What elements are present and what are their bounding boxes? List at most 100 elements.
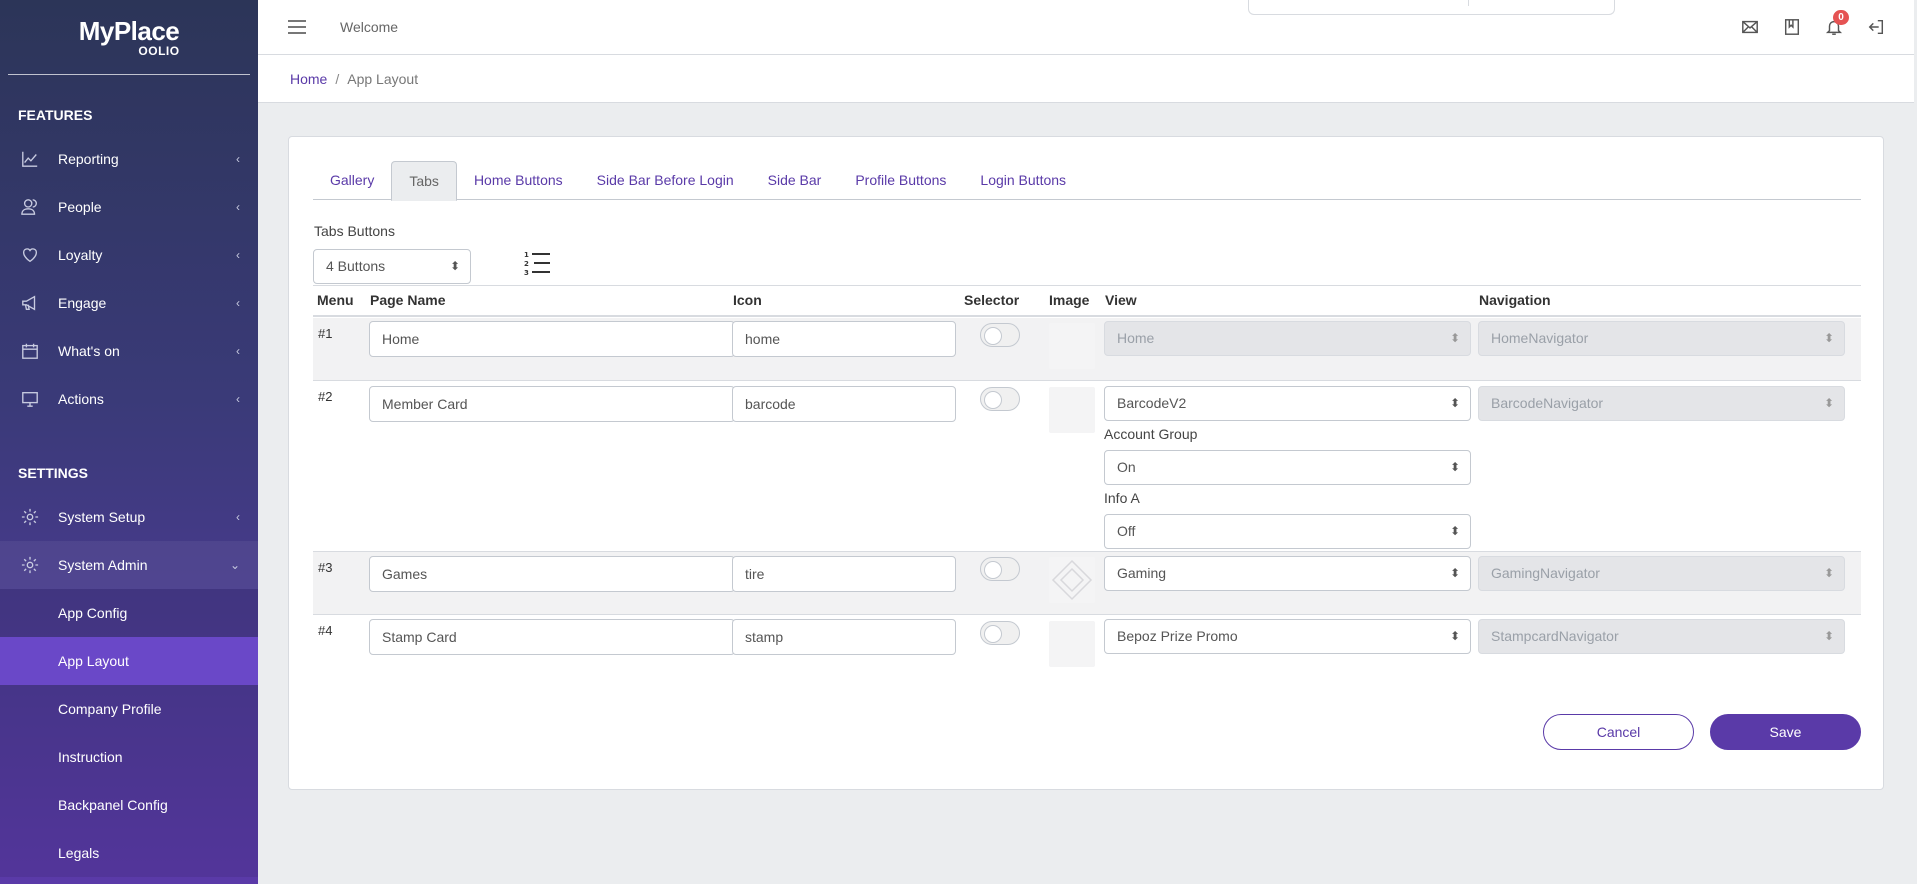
view-select[interactable]: BarcodeV2 xyxy=(1104,386,1471,421)
row-number: #2 xyxy=(318,389,333,404)
page-name-input[interactable]: Stamp Card xyxy=(369,619,735,655)
row-number: #1 xyxy=(318,326,333,341)
brand-logo[interactable]: MyPlace OOLIO xyxy=(8,0,250,75)
svg-text:2: 2 xyxy=(524,260,529,268)
account-group-label: Account Group xyxy=(1104,426,1198,442)
tab-tabs[interactable]: Tabs xyxy=(391,161,457,201)
bell-icon[interactable]: 0 xyxy=(1823,10,1849,38)
tab-side-bar[interactable]: Side Bar xyxy=(751,161,839,200)
page-name-input[interactable]: Games xyxy=(369,556,735,592)
gear-icon xyxy=(20,507,40,527)
logout-icon[interactable] xyxy=(1865,16,1887,38)
account-group-select[interactable]: On xyxy=(1104,450,1471,485)
ordered-list-icon[interactable]: 123 xyxy=(524,250,552,278)
sidebar-item-actions[interactable]: Actions ‹ xyxy=(0,375,258,423)
welcome-text: Welcome xyxy=(340,19,399,35)
features-section-title: FEATURES xyxy=(18,107,93,123)
navigation-select[interactable]: BarcodeNavigator xyxy=(1478,386,1845,421)
header-icons: 0 xyxy=(1739,10,1887,38)
save-button[interactable]: Save xyxy=(1710,714,1861,750)
image-thumbnail[interactable] xyxy=(1049,621,1095,667)
sidebar-subitem-instruction[interactable]: Instruction xyxy=(0,733,258,781)
image-thumbnail[interactable] xyxy=(1049,323,1095,369)
people-icon xyxy=(20,197,40,217)
sidebar-item-engage[interactable]: Engage ‹ xyxy=(0,279,258,327)
navigation-select[interactable]: HomeNavigator xyxy=(1478,321,1845,356)
view-select[interactable]: Bepoz Prize Promo xyxy=(1104,619,1471,654)
icon-input[interactable]: barcode xyxy=(732,386,956,422)
sidebar-item-system-setup[interactable]: System Setup ‹ xyxy=(0,493,258,541)
table-row: #2 Member Card barcode BarcodeV2 Barcode… xyxy=(313,381,1861,552)
selector-toggle[interactable] xyxy=(980,557,1020,581)
icon-input[interactable]: home xyxy=(732,321,956,357)
info-a-select[interactable]: Off xyxy=(1104,514,1471,549)
svg-text:3: 3 xyxy=(524,269,529,277)
icon-input[interactable]: tire xyxy=(732,556,956,592)
table-header-row: Menu Page Name Icon Selector Image View … xyxy=(313,285,1861,317)
sidebar-item-label: Reporting xyxy=(58,151,119,167)
column-header-icon: Icon xyxy=(733,292,762,308)
selector-toggle[interactable] xyxy=(980,621,1020,645)
tab-gallery[interactable]: Gallery xyxy=(313,161,391,200)
brand-sub: OOLIO xyxy=(138,44,180,58)
table-row: #4 Stamp Card stamp Bepoz Prize Promo St… xyxy=(313,615,1861,679)
settings-section-title: SETTINGS xyxy=(18,465,89,481)
view-select[interactable]: Home xyxy=(1104,321,1471,356)
sidebar-subitem-app-config[interactable]: App Config xyxy=(0,589,258,637)
chevron-left-icon: ‹ xyxy=(236,248,240,262)
breadcrumb-home-link[interactable]: Home xyxy=(290,71,327,87)
page-name-input[interactable]: Member Card xyxy=(369,386,735,422)
column-header-selector: Selector xyxy=(964,292,1020,308)
sidebar-item-label: What's on xyxy=(58,343,120,359)
navigation-select[interactable]: StampcardNavigator xyxy=(1478,619,1845,654)
sidebar-item-whats-on[interactable]: What's on ‹ xyxy=(0,327,258,375)
sidebar-subitem-legals[interactable]: Legals xyxy=(0,829,258,877)
heart-icon xyxy=(20,245,40,265)
sidebar-item-system-admin[interactable]: System Admin ⌄ xyxy=(0,541,258,589)
chart-line-icon xyxy=(20,149,40,169)
image-thumbnail[interactable] xyxy=(1049,557,1095,603)
sidebar-item-reporting[interactable]: Reporting ‹ xyxy=(0,135,258,183)
sidebar-item-label: Loyalty xyxy=(58,247,103,263)
app-layout-card: Gallery Tabs Home Buttons Side Bar Befor… xyxy=(288,136,1884,790)
chevron-down-icon: ⌄ xyxy=(229,558,240,572)
tabs-buttons-count-select[interactable]: 4 Buttons xyxy=(313,249,471,284)
sidebar-subitem-company-profile[interactable]: Company Profile xyxy=(0,685,258,733)
notification-badge: 0 xyxy=(1833,10,1849,25)
tab-side-bar-before-login[interactable]: Side Bar Before Login xyxy=(580,161,751,200)
dropdown-panel-edge xyxy=(1248,0,1615,15)
breadcrumb-separator: / xyxy=(335,70,340,87)
view-select[interactable]: Gaming xyxy=(1104,556,1471,591)
hamburger-menu-icon[interactable] xyxy=(288,20,306,34)
top-header: Welcome 0 xyxy=(258,0,1917,55)
sidebar-subitem-app-layout[interactable]: App Layout xyxy=(0,637,258,685)
tab-login-buttons[interactable]: Login Buttons xyxy=(963,161,1083,200)
tab-home-buttons[interactable]: Home Buttons xyxy=(457,161,580,200)
cancel-button[interactable]: Cancel xyxy=(1543,714,1694,750)
mail-icon[interactable] xyxy=(1739,16,1761,38)
sidebar-subitem-backpanel-config[interactable]: Backpanel Config xyxy=(0,781,258,829)
sidebar-item-people[interactable]: People ‹ xyxy=(0,183,258,231)
navigation-select[interactable]: GamingNavigator xyxy=(1478,556,1845,591)
breadcrumb-current: App Layout xyxy=(347,70,419,87)
info-a-label: Info A xyxy=(1104,490,1140,506)
chevron-left-icon: ‹ xyxy=(236,152,240,166)
tab-profile-buttons[interactable]: Profile Buttons xyxy=(838,161,963,200)
image-thumbnail[interactable] xyxy=(1049,387,1095,433)
monitor-icon xyxy=(20,389,40,409)
calendar-icon xyxy=(20,341,40,361)
row-number: #3 xyxy=(318,560,333,575)
column-header-menu: Menu xyxy=(317,292,354,308)
book-icon[interactable] xyxy=(1781,16,1803,38)
sidebar-item-label: Engage xyxy=(58,295,107,311)
chevron-left-icon: ‹ xyxy=(236,344,240,358)
chevron-left-icon: ‹ xyxy=(236,510,240,524)
row-number: #4 xyxy=(318,623,333,638)
sidebar-item-label: System Admin xyxy=(58,557,148,573)
sidebar-item-loyalty[interactable]: Loyalty ‹ xyxy=(0,231,258,279)
page-name-input[interactable]: Home xyxy=(369,321,735,357)
selector-toggle[interactable] xyxy=(980,387,1020,411)
icon-input[interactable]: stamp xyxy=(732,619,956,655)
column-header-page-name: Page Name xyxy=(370,292,446,308)
selector-toggle[interactable] xyxy=(980,323,1020,347)
